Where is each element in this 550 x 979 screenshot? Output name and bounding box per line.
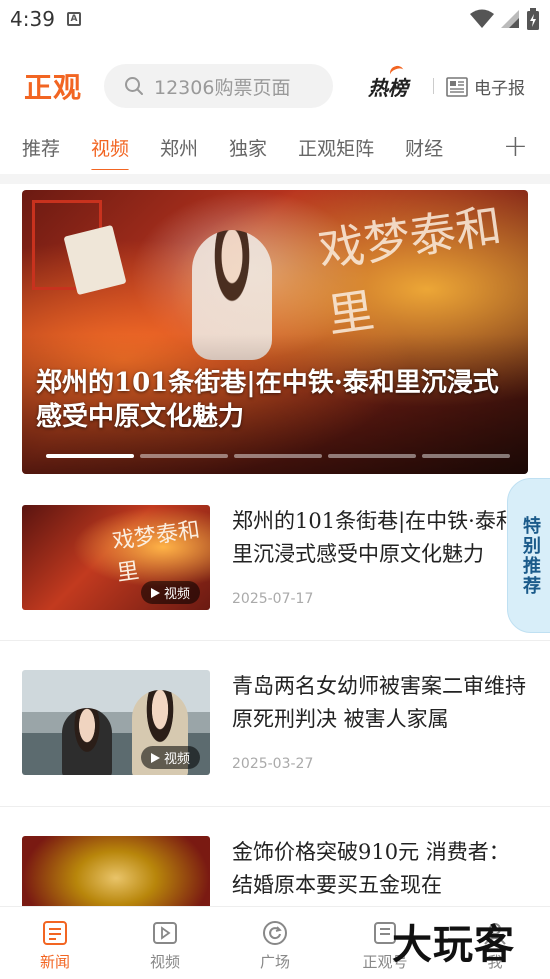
- app-header: 正观 12306购票页面 热榜 电子报: [0, 58, 550, 114]
- news-title[interactable]: 金饰价格突破910元 消费者：结婚原本要买五金现在: [232, 836, 528, 902]
- featured-banner[interactable]: 戏梦泰和里 郑州的101条街巷|在中铁·泰和里沉浸式感受中原文化魅力: [22, 190, 528, 474]
- nav-plaza[interactable]: 广场: [220, 907, 330, 979]
- wifi-icon: [470, 9, 494, 28]
- tab-recommend[interactable]: 推荐: [22, 124, 60, 170]
- list-divider: [0, 640, 550, 641]
- special-recommend-tab[interactable]: 特别推荐: [507, 478, 550, 633]
- battery-icon: [527, 8, 539, 30]
- tab-video[interactable]: 视频: [91, 124, 130, 170]
- app-logo[interactable]: 正观: [24, 66, 82, 106]
- status-time: 4:39: [10, 7, 55, 31]
- nav-news[interactable]: 新闻: [0, 907, 110, 979]
- news-date: 2025-03-27: [232, 756, 314, 772]
- list-divider: [0, 806, 550, 807]
- banner-art-title: 戏梦泰和里: [315, 198, 505, 343]
- news-date: 2025-07-17: [232, 591, 314, 607]
- epaper-label: 电子报: [474, 79, 525, 99]
- nav-label: 广场: [259, 953, 290, 971]
- tab-matrix[interactable]: 正观矩阵: [298, 124, 374, 170]
- banner-pagination: [46, 454, 510, 458]
- tab-exclusive[interactable]: 独家: [229, 124, 267, 170]
- news-item[interactable]: 戏梦泰和里 视频 郑州的101条街巷|在中铁·泰和里沉浸式感受中原文化魅力 20…: [0, 505, 550, 641]
- search-icon: [125, 77, 143, 95]
- video-badge: 视频: [140, 581, 200, 604]
- news-title[interactable]: 青岛两名女幼师被害案二审维持原死刑判决 被害人家属: [232, 670, 528, 736]
- newspaper-icon: [446, 76, 468, 97]
- plaza-icon: [261, 919, 289, 947]
- banner-dot[interactable]: [422, 454, 510, 458]
- banner-dot[interactable]: [140, 454, 228, 458]
- play-icon: [150, 752, 160, 763]
- video-badge: 视频: [140, 746, 200, 769]
- thumb-art-text: 戏梦泰和里: [110, 517, 202, 587]
- video-badge-label: 视频: [163, 752, 190, 767]
- thumb-person: [62, 708, 112, 775]
- nav-label: 视频: [149, 953, 180, 971]
- news-thumbnail: 视频: [22, 670, 210, 775]
- nav-label: 新闻: [39, 953, 70, 971]
- tab-finance[interactable]: 财经: [405, 124, 443, 170]
- channel-tabs: 推荐 视频 郑州 独家 正观矩阵 财经: [0, 124, 550, 170]
- epaper-button[interactable]: 电子报: [446, 74, 525, 99]
- header-divider: [433, 78, 434, 94]
- status-icons: [470, 8, 540, 30]
- special-recommend-label: 特别推荐: [520, 515, 541, 596]
- news-item[interactable]: 视频 青岛两名女幼师被害案二审维持原死刑判决 被害人家属 2025-03-27: [0, 670, 550, 806]
- news-icon: [41, 919, 69, 947]
- news-thumbnail: 正观: [22, 836, 210, 906]
- video-icon: [151, 919, 179, 947]
- search-bar[interactable]: 12306购票页面: [104, 64, 333, 108]
- plus-icon[interactable]: +: [503, 132, 528, 162]
- sim-icon: A: [66, 12, 81, 26]
- tabs-more: +: [490, 124, 550, 170]
- status-bar: 4:39 A: [0, 0, 550, 38]
- nav-video[interactable]: 视频: [110, 907, 220, 979]
- banner-dot[interactable]: [46, 454, 134, 458]
- banner-dot[interactable]: [328, 454, 416, 458]
- watermark-overlay: 大玩客: [392, 921, 515, 968]
- news-thumbnail: 戏梦泰和里 视频: [22, 505, 210, 610]
- news-item[interactable]: 正观 金饰价格突破910元 消费者：结婚原本要买五金现在: [0, 836, 550, 906]
- banner-caption: 郑州的101条街巷|在中铁·泰和里沉浸式感受中原文化魅力: [36, 368, 499, 432]
- video-badge-label: 视频: [163, 587, 190, 602]
- play-icon: [150, 587, 160, 598]
- banner-dot[interactable]: [234, 454, 322, 458]
- section-divider: [0, 174, 550, 184]
- news-title[interactable]: 郑州的101条街巷|在中铁·泰和里沉浸式感受中原文化魅力: [232, 505, 528, 571]
- tab-zhengzhou[interactable]: 郑州: [160, 124, 198, 170]
- search-placeholder: 12306购票页面: [154, 76, 291, 99]
- hot-list-button[interactable]: 热榜: [368, 72, 408, 101]
- signal-icon: [501, 10, 519, 28]
